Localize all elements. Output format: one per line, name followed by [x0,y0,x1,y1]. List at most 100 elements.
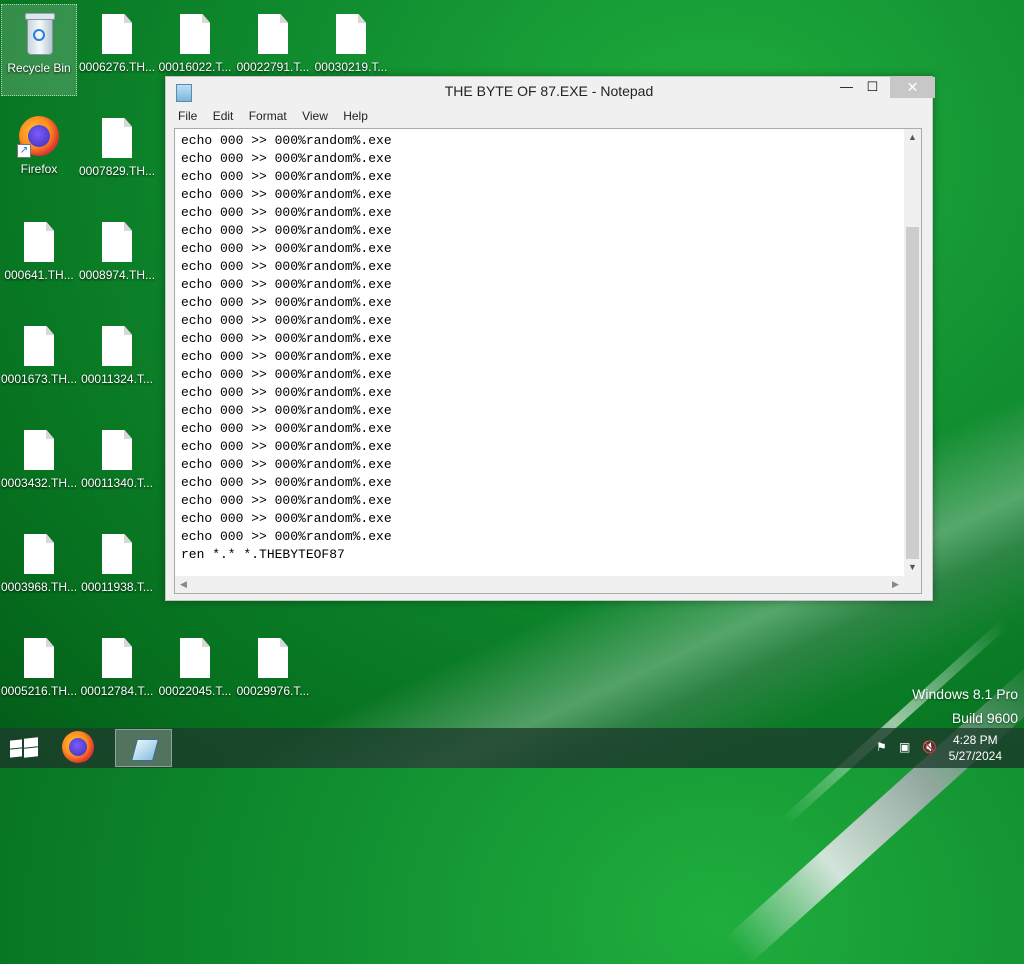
editor-line: echo 000 >> 000%random%.exe [181,511,392,526]
title-bar[interactable]: THE BYTE OF 87.EXE - Notepad — ☐ ✕ [166,77,935,107]
desktop-file-icon[interactable]: 00011324.T... [79,316,155,408]
file-icon [258,638,288,678]
window-title: THE BYTE OF 87.EXE - Notepad [444,83,654,99]
taskbar-notepad-button[interactable] [115,729,172,767]
desktop-icon-label: 0008974.TH... [79,268,155,282]
desktop-file-icon[interactable]: 0005216.TH... [1,628,77,720]
system-clock[interactable]: 4:28 PM 5/27/2024 [949,732,1002,764]
editor-line: echo 000 >> 000%random%.exe [181,349,392,364]
menu-view[interactable]: View [296,107,334,123]
editor-line: echo 000 >> 000%random%.exe [181,313,392,328]
firefox-icon [62,731,94,763]
network-icon[interactable]: ▣ [899,740,910,754]
desktop-file-icon[interactable]: 0008974.TH... [79,212,155,304]
firefox-icon: ↗ [17,116,59,158]
file-icon [24,534,54,574]
scroll-right-arrow-icon[interactable]: ▶ [887,576,904,593]
maximize-button[interactable]: ☐ [859,77,886,98]
desktop-icon-label: Firefox [20,162,58,176]
text-editor[interactable]: echo 000 >> 000%random%.exe echo 000 >> 0… [174,128,922,594]
file-icon [336,14,366,54]
editor-line: echo 000 >> 000%random%.exe [181,187,392,202]
editor-line: echo 000 >> 000%random%.exe [181,205,392,220]
file-icon [24,222,54,262]
desktop-icon-label: 0007829.TH... [79,164,155,178]
file-icon [102,638,132,678]
desktop-file-icon[interactable]: 00012784.T... [79,628,155,720]
desktop-icon-label: 0001673.TH... [1,372,77,386]
scrollbar-corner [904,576,921,593]
scroll-up-arrow-icon[interactable]: ▲ [904,129,921,146]
file-icon [180,638,210,678]
taskbar-firefox-button[interactable] [62,731,98,765]
menu-help[interactable]: Help [337,107,374,123]
desktop-file-icon[interactable]: 0006276.TH... [79,4,155,96]
editor-line: echo 000 >> 000%random%.exe [181,439,392,454]
file-icon [24,326,54,366]
clock-time: 4:28 PM [952,733,998,747]
desktop-icon-firefox[interactable]: ↗ Firefox [1,108,77,200]
file-icon [24,638,54,678]
menu-bar: File Edit Format View Help [166,107,932,127]
desktop-file-icon[interactable]: 00022045.T... [157,628,233,720]
desktop-icon-label: 00030219.T... [314,60,388,74]
editor-line: echo 000 >> 000%random%.exe [181,367,392,382]
desktop-file-icon[interactable]: 0007829.TH... [79,108,155,200]
desktop-file-icon[interactable]: 00029976.T... [235,628,311,720]
menu-edit[interactable]: Edit [207,107,240,123]
horizontal-scrollbar[interactable]: ◀ ▶ [175,576,904,593]
desktop-file-icon[interactable]: 00011938.T... [79,524,155,616]
scroll-left-arrow-icon[interactable]: ◀ [175,576,192,593]
scroll-thumb[interactable] [906,227,919,559]
editor-line: echo 000 >> 000%random%.exe [181,169,392,184]
desktop-icon-label: 0003432.TH... [1,476,77,490]
desktop-file-icon[interactable]: 00011340.T... [79,420,155,512]
vertical-scrollbar[interactable]: ▲ ▼ [904,129,921,576]
menu-file[interactable]: File [172,107,203,123]
editor-line: echo 000 >> 000%random%.exe [181,151,392,166]
desktop-icon-label: 000641.TH... [4,268,74,282]
desktop-icon-recycle-bin[interactable]: Recycle Bin [1,4,77,96]
desktop-icon-label: 00011938.T... [81,580,153,594]
action-center-flag-icon[interactable]: ⚑ [876,740,887,754]
editor-line: echo 000 >> 000%random%.exe [181,223,392,238]
scroll-down-arrow-icon[interactable]: ▼ [904,559,921,576]
editor-line: echo 000 >> 000%random%.exe [181,529,392,544]
desktop-file-icon[interactable]: 0003968.TH... [1,524,77,616]
taskbar: ⚑ ▣ 🔇 4:28 PM 5/27/2024 [0,728,1024,768]
editor-text[interactable]: echo 000 >> 000%random%.exe echo 000 >> 0… [181,132,901,575]
wallpaper-streak [725,656,1024,964]
editor-line: echo 000 >> 000%random%.exe [181,493,392,508]
desktop-icon-label: 00029976.T... [236,684,310,698]
file-icon [102,222,132,262]
recycle-bin-icon [23,13,55,55]
file-icon [180,14,210,54]
windows-edition-watermark: Windows 8.1 Pro [912,686,1018,702]
desktop-icon-label: 0005216.TH... [1,684,77,698]
minimize-button[interactable]: — [833,77,860,98]
desktop-icon-label: 00016022.T... [158,60,232,74]
file-icon [258,14,288,54]
desktop-file-icon[interactable]: 0003432.TH... [1,420,77,512]
editor-line: echo 000 >> 000%random%.exe [181,277,392,292]
desktop-icon-label: 00022045.T... [158,684,232,698]
file-icon [24,430,54,470]
editor-line: echo 000 >> 000%random%.exe [181,403,392,418]
editor-line: echo 000 >> 000%random%.exe [181,457,392,472]
clock-date: 5/27/2024 [948,749,1002,763]
close-button[interactable]: ✕ [890,77,935,98]
editor-line: ren *.* *.THEBYTEOF87 [181,547,345,562]
volume-muted-icon[interactable]: 🔇 [922,740,937,754]
menu-format[interactable]: Format [243,107,293,123]
windows-start-icon[interactable] [10,737,38,759]
editor-line: echo 000 >> 000%random%.exe [181,259,392,274]
desktop-file-icon[interactable]: 0001673.TH... [1,316,77,408]
desktop-icon-label: 00022791.T... [236,60,310,74]
editor-line: echo 000 >> 000%random%.exe [181,133,392,148]
editor-line: echo 000 >> 000%random%.exe [181,331,392,346]
desktop-file-icon[interactable]: 000641.TH... [1,212,77,304]
notepad-window[interactable]: THE BYTE OF 87.EXE - Notepad — ☐ ✕ File … [165,76,935,601]
file-icon [102,118,132,158]
desktop-icon-label: 00011340.T... [81,476,153,490]
editor-line: echo 000 >> 000%random%.exe [181,475,392,490]
